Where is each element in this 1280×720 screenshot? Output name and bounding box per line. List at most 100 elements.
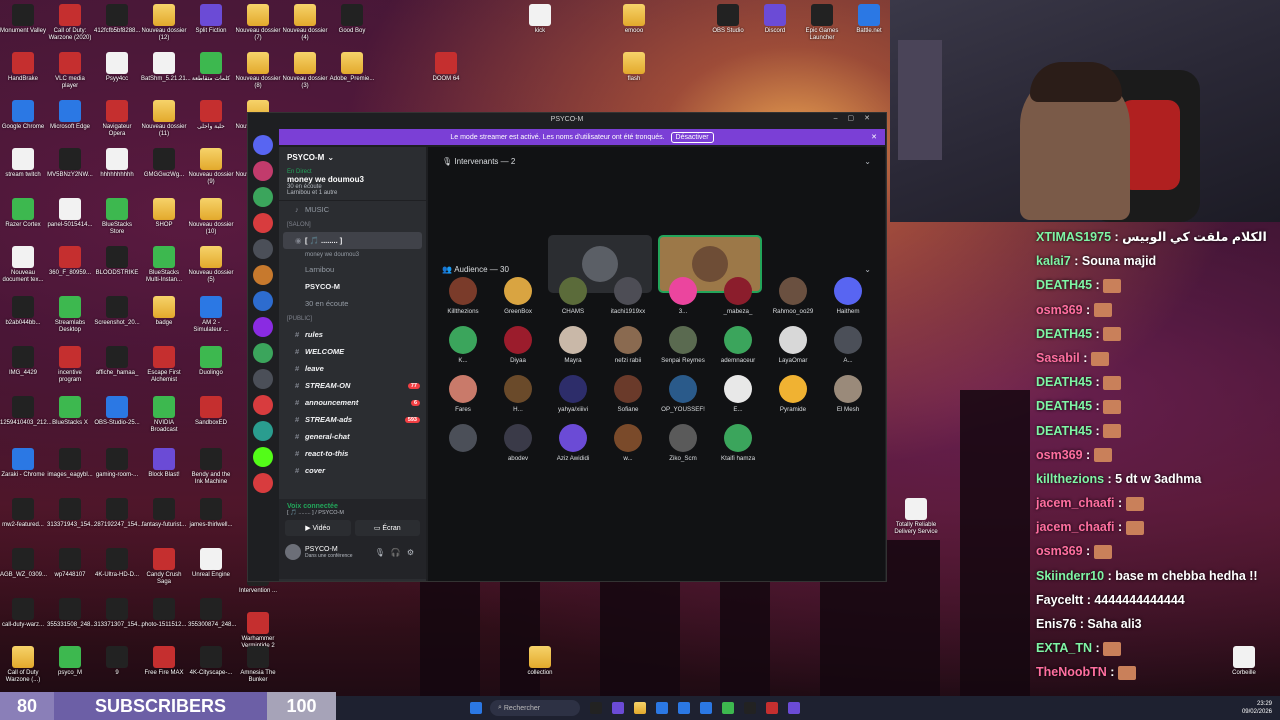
- desktop-icon[interactable]: 1259410403_212...: [0, 396, 52, 427]
- desktop-icon[interactable]: BatShm_5.21.21...: [141, 52, 191, 83]
- desktop-icon[interactable]: 313371307_154...: [94, 598, 142, 629]
- desktop-icon[interactable]: Microsoft Edge: [47, 100, 93, 131]
- desktop-icon[interactable]: photo-1511512...: [141, 598, 187, 629]
- desktop-icon[interactable]: 4K-Cityscape-...: [188, 646, 234, 677]
- desktop-icon[interactable]: Escape First Alchemist: [141, 346, 187, 384]
- desktop-icon[interactable]: badge: [141, 296, 187, 327]
- stage-user[interactable]: PSYCO-M: [279, 278, 426, 295]
- desktop-icon[interactable]: 355331508_248...: [47, 598, 95, 629]
- channel-item[interactable]: # announcement 6: [279, 394, 426, 411]
- desktop-icon[interactable]: OBS Studio: [705, 4, 751, 35]
- desktop-icon[interactable]: SHOP: [141, 198, 187, 229]
- desktop-icon[interactable]: Google Chrome: [0, 100, 46, 131]
- audience-member[interactable]: K...: [437, 326, 489, 364]
- server-icon[interactable]: [253, 187, 273, 207]
- desktop-icon[interactable]: Nouveau dossier (3): [282, 52, 328, 90]
- desktop-icon[interactable]: BlueStacks X: [47, 396, 93, 427]
- desktop-icon[interactable]: NVIDIA Broadcast: [141, 396, 187, 434]
- event-card[interactable]: En Direct money we doumou3 30 en écoute …: [279, 167, 426, 201]
- desktop-icon[interactable]: Razer Cortex: [0, 198, 46, 229]
- channel-item[interactable]: # leave: [279, 360, 426, 377]
- desktop-icon[interactable]: panel-5015414...: [47, 198, 93, 229]
- audience-member[interactable]: nefzi rabii: [602, 326, 654, 364]
- desktop-icon[interactable]: Nouveau dossier (12): [141, 4, 187, 42]
- desktop-icon[interactable]: emooo: [611, 4, 657, 35]
- desktop-icon[interactable]: Nouveau dossier (5): [188, 246, 234, 284]
- desktop-icon[interactable]: Adobe_Premie...: [329, 52, 375, 83]
- discord-window[interactable]: PSYCO-M –▢✕ Le mode streamer est activé.…: [247, 112, 887, 582]
- desktop-icon[interactable]: MV5BNzY2NW...: [47, 148, 93, 179]
- desktop-icon[interactable]: Monument Valley: [0, 4, 46, 35]
- server-icon[interactable]: [253, 447, 273, 467]
- server-icon[interactable]: [253, 213, 273, 233]
- server-icon[interactable]: [253, 473, 273, 493]
- audience-member[interactable]: Sofiane: [602, 375, 654, 413]
- desktop-icon[interactable]: stream twitch: [0, 148, 46, 179]
- desktop-icon[interactable]: Free Fire MAX: [141, 646, 187, 677]
- audience-member[interactable]: abodev: [492, 424, 544, 462]
- audience-member[interactable]: Rahmoo_oo29: [767, 277, 819, 315]
- audience-member[interactable]: H...: [492, 375, 544, 413]
- desktop-icon[interactable]: incentive program: [47, 346, 93, 384]
- channel-item[interactable]: # STREAM-ON 77: [279, 377, 426, 394]
- stage-channel[interactable]: ◉[ 🎵 ........ ]: [283, 232, 422, 249]
- channel-item[interactable]: # react-to-this: [279, 445, 426, 462]
- server-icon[interactable]: [253, 161, 273, 181]
- app-icon[interactable]: [766, 702, 778, 714]
- audience-member[interactable]: El Mesh: [822, 375, 874, 413]
- server-icon[interactable]: [253, 317, 273, 337]
- screen-share-button[interactable]: ▭ Écran: [354, 520, 420, 536]
- channel-item[interactable]: # STREAM-ads 593: [279, 411, 426, 428]
- audience-member[interactable]: GreenBox: [492, 277, 544, 315]
- category-public[interactable]: [Public]: [279, 312, 426, 326]
- desktop-icon[interactable]: AM 2 - Simulateur ...: [188, 296, 234, 334]
- server-icon[interactable]: [253, 421, 273, 441]
- server-icon[interactable]: [253, 239, 273, 259]
- search-input[interactable]: ⌕ Rechercher: [490, 700, 580, 716]
- desktop-icon[interactable]: collection: [517, 646, 563, 677]
- desktop-icon[interactable]: BlueStacks Multi-Instan...: [141, 246, 187, 284]
- desktop-icon[interactable]: Nouveau dossier (9): [188, 148, 234, 186]
- desktop-icon[interactable]: Nouveau dossier (7): [235, 4, 281, 42]
- desktop-icon[interactable]: Split Fiction: [188, 4, 234, 35]
- edge-icon[interactable]: [678, 702, 690, 714]
- desktop-icon[interactable]: 287192247_154...: [94, 498, 142, 529]
- channel-item[interactable]: # cover: [279, 462, 426, 479]
- audience-member[interactable]: CHAMS: [547, 277, 599, 315]
- desktop-icon[interactable]: HandBrake: [0, 52, 46, 83]
- desktop-icon[interactable]: 9: [94, 646, 140, 677]
- explorer-icon[interactable]: [634, 702, 646, 714]
- server-icon[interactable]: [253, 343, 273, 363]
- desktop-icon[interactable]: Call of Duty Warzone (...): [0, 646, 46, 684]
- clock[interactable]: 23:29 09/02/2026: [1242, 700, 1272, 716]
- channel-item[interactable]: # WELCOME: [279, 343, 426, 360]
- desktop-icon[interactable]: Epic Games Launcher: [799, 4, 845, 42]
- desktop-icon[interactable]: kick: [517, 4, 563, 35]
- desktop-icon[interactable]: images_eagybl...: [47, 448, 93, 479]
- desktop-icon[interactable]: Psyy4cc: [94, 52, 140, 83]
- start-icon[interactable]: [470, 702, 482, 714]
- desktop-icon[interactable]: 360_F_80959...: [47, 246, 93, 277]
- desktop-icon[interactable]: b2ab044bb...: [0, 296, 46, 327]
- audience-member[interactable]: LayaOmar: [767, 326, 819, 364]
- desktop-icon[interactable]: GMGGwzWg...: [141, 148, 187, 179]
- desktop-icon[interactable]: Nouveau dossier (4): [282, 4, 328, 42]
- desktop-icon[interactable]: gaming-room-...: [94, 448, 140, 479]
- server-header[interactable]: PSYCO-M ⌄: [279, 147, 426, 167]
- desktop-icon[interactable]: Zaraki - Chrome: [0, 448, 46, 479]
- desktop-icon[interactable]: Candy Crush Saga: [141, 548, 187, 586]
- store-icon[interactable]: [656, 702, 668, 714]
- stage-user[interactable]: Larnibou: [279, 261, 426, 278]
- desktop-icon[interactable]: mw2-featured...: [0, 498, 46, 529]
- desktop-icon[interactable]: Bendy and the Ink Machine: [188, 448, 234, 486]
- desktop-icon[interactable]: Amnesia The Bunker: [235, 646, 281, 684]
- desktop-icon[interactable]: 313371943_154...: [47, 498, 95, 529]
- obs-icon[interactable]: [744, 702, 756, 714]
- audience-member[interactable]: A...: [822, 326, 874, 364]
- desktop-icon[interactable]: Warhammer Vermintide 2: [235, 612, 281, 650]
- audience-member[interactable]: OP_YOUSSEF!: [657, 375, 709, 413]
- desktop-icon[interactable]: Good Boy: [329, 4, 375, 35]
- avatar[interactable]: [285, 544, 301, 560]
- desktop-icon[interactable]: Nouveau dossier (10): [188, 198, 234, 236]
- channel-item[interactable]: # rules: [279, 326, 426, 343]
